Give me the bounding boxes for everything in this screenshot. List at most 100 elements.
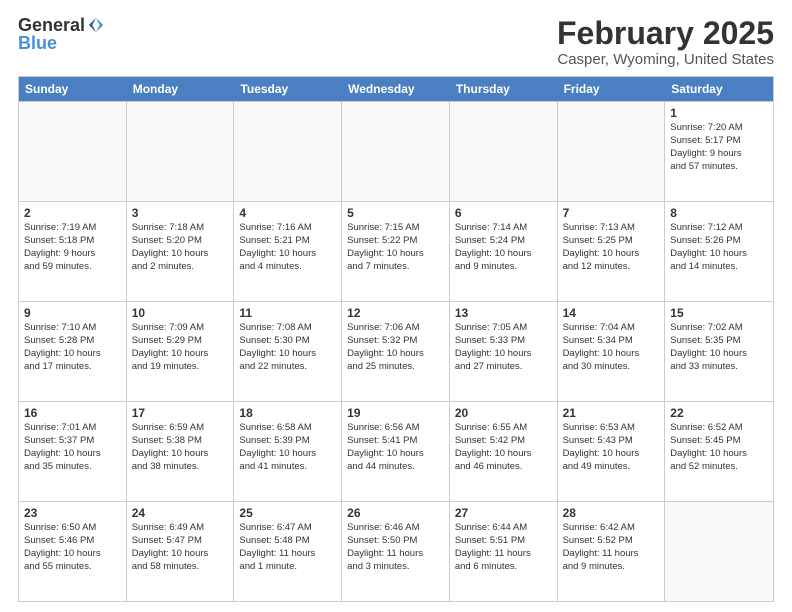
- day-number: 23: [24, 505, 121, 521]
- day-number: 16: [24, 405, 121, 421]
- day-info: Sunrise: 7:12 AM: [670, 222, 768, 235]
- day-info: Daylight: 10 hours: [670, 348, 768, 361]
- day-info: Sunset: 5:17 PM: [670, 135, 768, 148]
- calendar-row: 2Sunrise: 7:19 AMSunset: 5:18 PMDaylight…: [19, 201, 773, 301]
- day-info: Daylight: 10 hours: [455, 248, 552, 261]
- day-info: Daylight: 10 hours: [347, 248, 444, 261]
- calendar-body: 1Sunrise: 7:20 AMSunset: 5:17 PMDaylight…: [19, 101, 773, 601]
- day-number: 28: [563, 505, 660, 521]
- calendar-cell: [665, 502, 773, 601]
- day-info: Daylight: 11 hours: [563, 548, 660, 561]
- day-info: Sunset: 5:50 PM: [347, 535, 444, 548]
- header: General Blue February 2025 Casper, Wyomi…: [18, 16, 774, 68]
- logo-blue-text: Blue: [18, 34, 57, 52]
- calendar: SundayMondayTuesdayWednesdayThursdayFrid…: [18, 76, 774, 602]
- day-info: and 2 minutes.: [132, 261, 229, 274]
- day-info: Sunset: 5:20 PM: [132, 235, 229, 248]
- day-info: Sunrise: 7:08 AM: [239, 322, 336, 335]
- calendar-cell: [234, 102, 342, 201]
- day-info: Sunset: 5:46 PM: [24, 535, 121, 548]
- day-info: Sunrise: 7:20 AM: [670, 122, 768, 135]
- calendar-cell: [19, 102, 127, 201]
- calendar-cell: [127, 102, 235, 201]
- calendar-cell: 13Sunrise: 7:05 AMSunset: 5:33 PMDayligh…: [450, 302, 558, 401]
- calendar-cell: 15Sunrise: 7:02 AMSunset: 5:35 PMDayligh…: [665, 302, 773, 401]
- day-info: Sunset: 5:48 PM: [239, 535, 336, 548]
- day-info: Daylight: 10 hours: [670, 448, 768, 461]
- day-info: and 9 minutes.: [455, 261, 552, 274]
- logo-icon: [87, 16, 105, 34]
- day-info: Daylight: 10 hours: [24, 548, 121, 561]
- day-info: and 4 minutes.: [239, 261, 336, 274]
- day-number: 27: [455, 505, 552, 521]
- calendar-cell: 12Sunrise: 7:06 AMSunset: 5:32 PMDayligh…: [342, 302, 450, 401]
- day-info: and 58 minutes.: [132, 561, 229, 574]
- calendar-cell: 16Sunrise: 7:01 AMSunset: 5:37 PMDayligh…: [19, 402, 127, 501]
- day-number: 17: [132, 405, 229, 421]
- calendar-cell: 27Sunrise: 6:44 AMSunset: 5:51 PMDayligh…: [450, 502, 558, 601]
- day-info: Sunset: 5:43 PM: [563, 435, 660, 448]
- day-info: Daylight: 10 hours: [24, 448, 121, 461]
- day-info: Daylight: 11 hours: [239, 548, 336, 561]
- calendar-header-cell: Saturday: [665, 77, 773, 101]
- calendar-cell: [558, 102, 666, 201]
- day-info: Sunset: 5:38 PM: [132, 435, 229, 448]
- calendar-header-cell: Monday: [127, 77, 235, 101]
- calendar-cell: 3Sunrise: 7:18 AMSunset: 5:20 PMDaylight…: [127, 202, 235, 301]
- day-number: 6: [455, 205, 552, 221]
- day-info: Sunset: 5:35 PM: [670, 335, 768, 348]
- day-number: 19: [347, 405, 444, 421]
- calendar-cell: 25Sunrise: 6:47 AMSunset: 5:48 PMDayligh…: [234, 502, 342, 601]
- day-number: 22: [670, 405, 768, 421]
- day-info: Sunrise: 7:10 AM: [24, 322, 121, 335]
- day-info: and 25 minutes.: [347, 361, 444, 374]
- page: General Blue February 2025 Casper, Wyomi…: [0, 0, 792, 612]
- day-info: Daylight: 10 hours: [455, 348, 552, 361]
- day-info: Sunset: 5:37 PM: [24, 435, 121, 448]
- day-number: 11: [239, 305, 336, 321]
- day-number: 21: [563, 405, 660, 421]
- day-info: and 14 minutes.: [670, 261, 768, 274]
- day-number: 2: [24, 205, 121, 221]
- day-info: Sunset: 5:41 PM: [347, 435, 444, 448]
- day-info: and 57 minutes.: [670, 161, 768, 174]
- day-info: Daylight: 10 hours: [563, 448, 660, 461]
- day-info: and 52 minutes.: [670, 461, 768, 474]
- calendar-cell: 9Sunrise: 7:10 AMSunset: 5:28 PMDaylight…: [19, 302, 127, 401]
- day-info: Sunset: 5:51 PM: [455, 535, 552, 548]
- day-info: Daylight: 10 hours: [239, 248, 336, 261]
- day-info: and 17 minutes.: [24, 361, 121, 374]
- calendar-header-cell: Thursday: [450, 77, 558, 101]
- day-info: Sunset: 5:42 PM: [455, 435, 552, 448]
- day-info: Daylight: 10 hours: [239, 448, 336, 461]
- day-info: and 44 minutes.: [347, 461, 444, 474]
- calendar-cell: 20Sunrise: 6:55 AMSunset: 5:42 PMDayligh…: [450, 402, 558, 501]
- day-info: Sunrise: 6:47 AM: [239, 522, 336, 535]
- calendar-cell: 2Sunrise: 7:19 AMSunset: 5:18 PMDaylight…: [19, 202, 127, 301]
- day-number: 4: [239, 205, 336, 221]
- day-info: and 41 minutes.: [239, 461, 336, 474]
- day-number: 3: [132, 205, 229, 221]
- calendar-cell: 22Sunrise: 6:52 AMSunset: 5:45 PMDayligh…: [665, 402, 773, 501]
- day-number: 10: [132, 305, 229, 321]
- day-info: Sunrise: 6:59 AM: [132, 422, 229, 435]
- day-number: 9: [24, 305, 121, 321]
- day-number: 8: [670, 205, 768, 221]
- day-info: Sunrise: 7:13 AM: [563, 222, 660, 235]
- day-info: Daylight: 11 hours: [455, 548, 552, 561]
- day-info: Daylight: 10 hours: [132, 248, 229, 261]
- day-info: Sunrise: 7:06 AM: [347, 322, 444, 335]
- day-info: Daylight: 10 hours: [132, 448, 229, 461]
- day-info: and 27 minutes.: [455, 361, 552, 374]
- calendar-cell: 1Sunrise: 7:20 AMSunset: 5:17 PMDaylight…: [665, 102, 773, 201]
- day-info: and 46 minutes.: [455, 461, 552, 474]
- day-info: Sunset: 5:26 PM: [670, 235, 768, 248]
- day-info: Daylight: 10 hours: [24, 348, 121, 361]
- calendar-cell: 23Sunrise: 6:50 AMSunset: 5:46 PMDayligh…: [19, 502, 127, 601]
- calendar-cell: [450, 102, 558, 201]
- day-info: Sunset: 5:47 PM: [132, 535, 229, 548]
- day-number: 13: [455, 305, 552, 321]
- day-info: and 59 minutes.: [24, 261, 121, 274]
- calendar-cell: 11Sunrise: 7:08 AMSunset: 5:30 PMDayligh…: [234, 302, 342, 401]
- day-info: Daylight: 10 hours: [670, 248, 768, 261]
